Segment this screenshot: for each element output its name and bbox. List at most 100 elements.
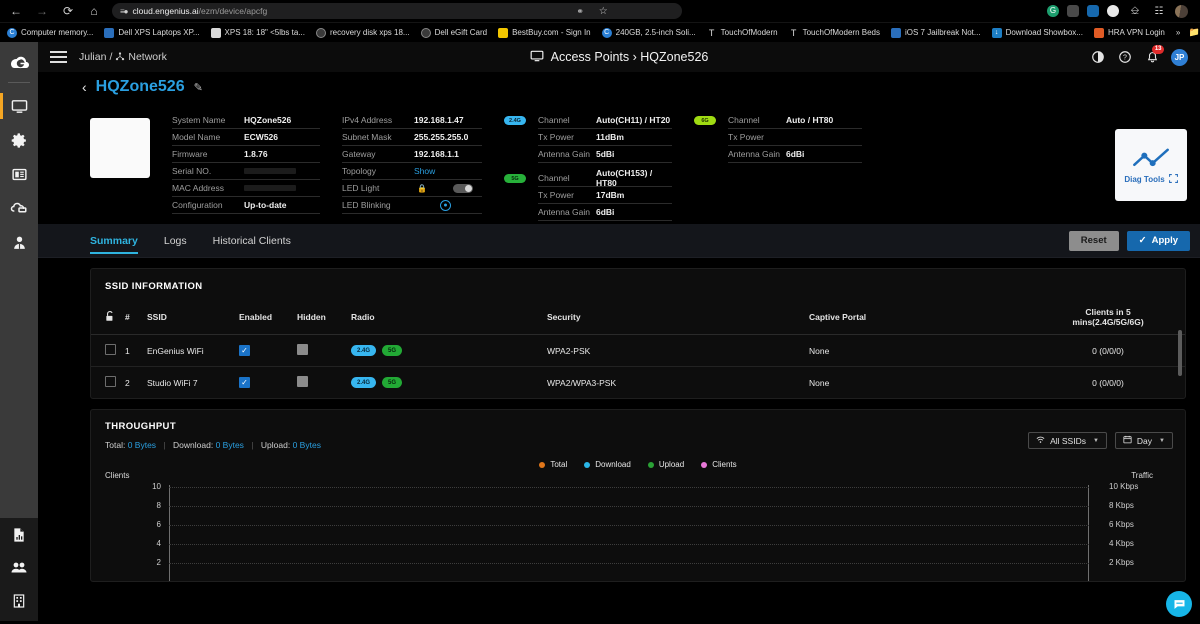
ssid-information-card: SSID INFORMATION # SSID Enabled Hidden R… xyxy=(90,268,1186,399)
table-row[interactable]: 2 Studio WiFi 7 ✓ 2.4G 5G WPA2/WPA3-PSK … xyxy=(91,367,1185,399)
sidebar-item-settings[interactable] xyxy=(0,123,38,157)
spec-value: Auto(CH11) / HT20 xyxy=(596,115,671,125)
chevron-left-icon[interactable]: ‹ xyxy=(82,79,87,95)
legend-item-download[interactable]: Download xyxy=(584,460,631,469)
row-enabled-checkbox[interactable]: ✓ xyxy=(239,345,250,356)
back-arrow-icon[interactable]: ← xyxy=(8,3,24,19)
bookmark-item[interactable]: T TouchOfModern Beds xyxy=(789,28,880,38)
bell-icon[interactable]: 13 xyxy=(1144,45,1164,65)
extension-icon[interactable] xyxy=(1067,5,1079,17)
table-row[interactable]: 1 EnGenius WiFi ✓ 2.4G 5G WPA2-PSK None … xyxy=(91,334,1185,367)
ssid-filter-dropdown[interactable]: All SSIDs ▼ xyxy=(1028,432,1107,449)
diag-tools-card[interactable]: Diag Tools xyxy=(1115,129,1187,201)
bookmark-favicon: T xyxy=(790,27,797,38)
extension-white-icon[interactable] xyxy=(1107,5,1119,17)
bookmark-item[interactable]: BestBuy.com - Sign In xyxy=(498,27,591,38)
bookmarks-overflow-button[interactable]: » xyxy=(1176,28,1180,37)
row-number: 2 xyxy=(125,377,130,388)
edit-icon[interactable]: ✎ xyxy=(194,81,203,94)
spec-key: Tx Power xyxy=(538,132,574,142)
legend-item-clients[interactable]: Clients xyxy=(701,460,737,469)
legend-item-total[interactable]: Total xyxy=(539,460,567,469)
row-select-checkbox[interactable] xyxy=(105,376,116,387)
spec-value-redacted xyxy=(244,168,296,174)
tab-historical-clients[interactable]: Historical Clients xyxy=(213,224,291,258)
sidebar-item-reports[interactable] xyxy=(0,518,38,551)
sidebar-bottom xyxy=(0,518,38,621)
site-info-icon[interactable]: ≡● xyxy=(120,7,128,16)
legend-item-upload[interactable]: Upload xyxy=(647,460,684,469)
row-hidden-checkbox[interactable] xyxy=(297,344,308,355)
bookmark-item[interactable]: ↓ Download Showbox... xyxy=(991,27,1083,38)
address-bar[interactable]: ≡● cloud.engenius.ai/ezm/device/apcfg ⚭ … xyxy=(112,3,682,19)
chrome-profile-avatar[interactable] xyxy=(1175,4,1188,18)
reset-button[interactable]: Reset xyxy=(1068,230,1119,251)
breadcrumb-org[interactable]: Julian xyxy=(79,51,106,63)
svg-text:?: ? xyxy=(1123,55,1127,62)
row-enabled-checkbox[interactable]: ✓ xyxy=(239,377,250,388)
led-blinking-button[interactable]: ● xyxy=(440,199,451,211)
sidebar-item-account[interactable] xyxy=(0,225,38,259)
forward-arrow-icon[interactable]: → xyxy=(34,3,50,19)
unlock-icon[interactable] xyxy=(91,302,125,335)
bookmark-item[interactable]: XPS 18: 18" <5lbs ta... xyxy=(210,27,305,38)
band-badge-5g: 5G xyxy=(504,174,526,183)
bookmark-item[interactable]: T TouchOfModern xyxy=(707,28,778,38)
spec-value: 17dBm xyxy=(596,190,625,200)
engenius-cloud-logo[interactable] xyxy=(4,48,34,78)
spec-row: IPv4 Address 192.168.1.47 xyxy=(342,112,482,129)
bookmark-item[interactable]: HRA VPN Login xyxy=(1093,27,1165,38)
bookmark-item[interactable]: recovery disk xps 18... xyxy=(316,27,410,38)
extension-blue-icon[interactable] xyxy=(1087,5,1099,17)
tab-summary[interactable]: Summary xyxy=(90,224,138,258)
bookmark-star-icon[interactable]: ☆ xyxy=(595,3,611,19)
bookmark-item[interactable]: Dell eGift Card xyxy=(420,27,487,38)
bookmark-item[interactable]: Dell XPS Laptops XP... xyxy=(104,27,200,38)
menu-toggle-button[interactable] xyxy=(50,51,67,63)
sidebar-item-cloud[interactable] xyxy=(0,191,38,225)
bookmark-item[interactable]: C Computer memory... xyxy=(7,27,93,38)
bookmark-item[interactable]: iOS 7 Jailbreak Not... xyxy=(890,27,981,38)
avatar[interactable]: JP xyxy=(1171,48,1188,66)
sidebar-item-users[interactable] xyxy=(0,551,38,584)
contrast-icon[interactable] xyxy=(1090,49,1106,65)
topology-show-link[interactable]: Show xyxy=(414,166,435,176)
sidebar-item-devices[interactable] xyxy=(0,89,38,123)
y-tick: 10 xyxy=(152,482,161,491)
help-icon[interactable]: ? xyxy=(1117,49,1133,65)
grammarly-extension-icon[interactable]: G xyxy=(1047,5,1059,17)
throughput-download-label: Download: xyxy=(173,440,214,450)
chat-bubble-icon[interactable] xyxy=(1166,591,1192,617)
sidebar-item-organization[interactable] xyxy=(0,584,38,617)
row-captive-portal: None xyxy=(809,334,1071,367)
split-tab-icon[interactable]: ☷ xyxy=(1151,3,1167,19)
breadcrumb-network[interactable]: Network xyxy=(128,51,167,63)
row-hidden-checkbox[interactable] xyxy=(297,376,308,387)
table-scrollbar[interactable] xyxy=(1178,330,1182,376)
check-icon: ✓ xyxy=(1138,235,1147,246)
extensions-puzzle-icon[interactable]: ⎒ xyxy=(1127,3,1143,19)
notification-badge: 13 xyxy=(1152,45,1164,54)
spec-key: LED Blinking xyxy=(342,200,391,210)
led-light-toggle[interactable] xyxy=(452,183,473,193)
expand-icon[interactable] xyxy=(1168,173,1178,185)
spec-value: Auto(CH153) / HT80 xyxy=(596,168,653,188)
row-select-checkbox[interactable] xyxy=(105,344,116,355)
radio-group-left: 2.4G Channel Auto(CH11) / HT20 Tx Power 11… xyxy=(504,108,672,221)
reload-icon[interactable]: ⟳ xyxy=(60,3,76,19)
spec-key: Model Name xyxy=(172,132,221,142)
sidebar xyxy=(0,42,38,621)
all-bookmarks-button[interactable]: 📁All Bookmarks xyxy=(1189,27,1200,38)
spec-key: System Name xyxy=(172,115,226,125)
row-number: 1 xyxy=(125,334,147,367)
bookmark-item[interactable]: C 240GB, 2.5-inch Soli... xyxy=(601,27,696,38)
apply-label: Apply xyxy=(1151,235,1178,246)
tab-logs[interactable]: Logs xyxy=(164,224,187,258)
range-filter-dropdown[interactable]: Day ▼ xyxy=(1114,432,1173,449)
apply-button[interactable]: ✓ Apply xyxy=(1126,230,1190,251)
gridline xyxy=(169,563,1089,564)
home-icon[interactable]: ⌂ xyxy=(86,3,102,19)
sidebar-item-dashboard[interactable] xyxy=(0,157,38,191)
spec-row: Antenna Gain 6dBi xyxy=(728,146,862,163)
password-key-icon[interactable]: ⚭ xyxy=(572,3,588,19)
